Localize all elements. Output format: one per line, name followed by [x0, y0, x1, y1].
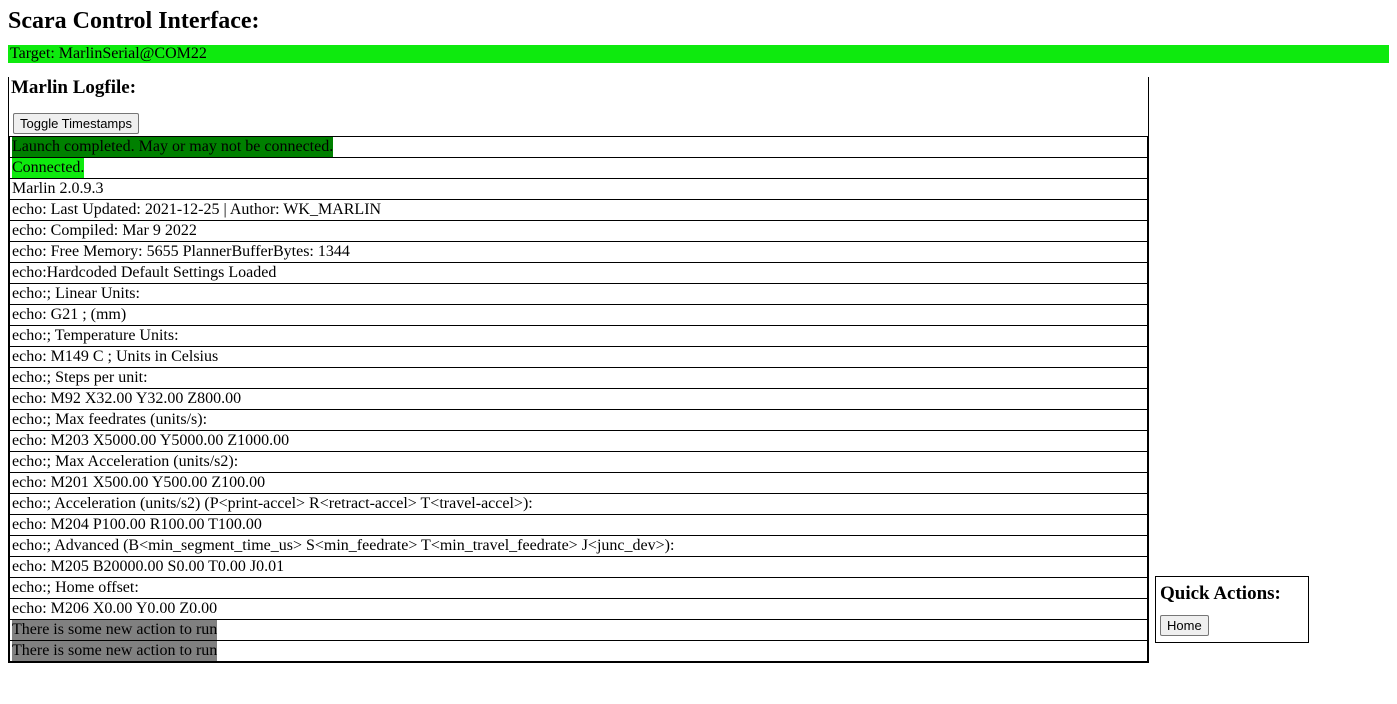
log-entry-text: Marlin 2.0.9.3: [10, 179, 1148, 200]
log-entry-text: echo: M149 C ; Units in Celsius: [10, 347, 1148, 368]
log-entry-text: echo:; Max Acceleration (units/s2):: [10, 452, 1148, 473]
log-entry-text: echo:; Temperature Units:: [10, 326, 1148, 347]
log-entry-text: echo: M201 X500.00 Y500.00 Z100.00: [10, 473, 1148, 494]
target-status-bar: Target: MarlinSerial@COM22: [8, 45, 1389, 63]
log-row: echo: Free Memory: 5655 PlannerBufferByt…: [10, 242, 1148, 263]
log-table: Launch completed. May or may not be conn…: [9, 136, 1148, 662]
log-row: Launch completed. May or may not be conn…: [10, 137, 1148, 158]
log-row: echo:; Max Acceleration (units/s2):: [10, 452, 1148, 473]
log-row: echo: Last Updated: 2021-12-25 | Author:…: [10, 200, 1148, 221]
page-title: Scara Control Interface:: [8, 8, 1389, 35]
log-entry-text: echo:; Linear Units:: [10, 284, 1148, 305]
log-entry-text: echo: M206 X0.00 Y0.00 Z0.00: [10, 599, 1148, 620]
log-row: echo: M205 B20000.00 S0.00 T0.00 J0.01: [10, 557, 1148, 578]
log-row: echo:; Acceleration (units/s2) (P<print-…: [10, 494, 1148, 515]
log-row: echo:; Temperature Units:: [10, 326, 1148, 347]
log-entry-text: There is some new action to run: [12, 620, 217, 640]
logfile-panel: Marlin Logfile: Toggle Timestamps Launch…: [8, 77, 1149, 663]
log-row: echo: M206 X0.00 Y0.00 Z0.00: [10, 599, 1148, 620]
log-row: echo: M204 P100.00 R100.00 T100.00: [10, 515, 1148, 536]
toggle-timestamps-button[interactable]: Toggle Timestamps: [13, 113, 139, 134]
quick-actions-heading: Quick Actions:: [1160, 583, 1304, 605]
log-entry-text: echo: G21 ; (mm): [10, 305, 1148, 326]
log-entry-text: echo:; Max feedrates (units/s):: [10, 410, 1148, 431]
log-row: echo: M201 X500.00 Y500.00 Z100.00: [10, 473, 1148, 494]
log-row: echo: M92 X32.00 Y32.00 Z800.00: [10, 389, 1148, 410]
log-entry-text: echo:; Home offset:: [10, 578, 1148, 599]
log-row: There is some new action to run: [10, 641, 1148, 662]
log-entry-text: echo:; Acceleration (units/s2) (P<print-…: [10, 494, 1148, 515]
log-row: echo:; Steps per unit:: [10, 368, 1148, 389]
log-row: echo:; Max feedrates (units/s):: [10, 410, 1148, 431]
log-entry-text: echo:Hardcoded Default Settings Loaded: [10, 263, 1148, 284]
log-row: echo:; Advanced (B<min_segment_time_us> …: [10, 536, 1148, 557]
log-row: echo: M149 C ; Units in Celsius: [10, 347, 1148, 368]
log-row: Marlin 2.0.9.3: [10, 179, 1148, 200]
log-entry-text: Connected.: [12, 158, 84, 178]
log-entry-text: echo: M92 X32.00 Y32.00 Z800.00: [10, 389, 1148, 410]
quick-actions-panel: Quick Actions: Home: [1155, 576, 1309, 643]
log-row: Connected.: [10, 158, 1148, 179]
log-row: echo:; Linear Units:: [10, 284, 1148, 305]
log-entry-text: echo: Compiled: Mar 9 2022: [10, 221, 1148, 242]
log-row: echo:; Home offset:: [10, 578, 1148, 599]
log-row: echo: Compiled: Mar 9 2022: [10, 221, 1148, 242]
log-entry-text: echo: M204 P100.00 R100.00 T100.00: [10, 515, 1148, 536]
log-entry-text: echo: M205 B20000.00 S0.00 T0.00 J0.01: [10, 557, 1148, 578]
log-row: echo:Hardcoded Default Settings Loaded: [10, 263, 1148, 284]
log-entry-text: Launch completed. May or may not be conn…: [12, 137, 333, 157]
log-entry-text: echo:; Advanced (B<min_segment_time_us> …: [10, 536, 1148, 557]
home-button[interactable]: Home: [1160, 615, 1209, 636]
log-entry-text: echo:; Steps per unit:: [10, 368, 1148, 389]
log-row: echo: M203 X5000.00 Y5000.00 Z1000.00: [10, 431, 1148, 452]
log-entry-text: echo: Free Memory: 5655 PlannerBufferByt…: [10, 242, 1148, 263]
log-row: There is some new action to run: [10, 620, 1148, 641]
logfile-heading: Marlin Logfile:: [11, 77, 1148, 99]
log-entry-text: There is some new action to run: [12, 641, 217, 661]
log-row: echo: G21 ; (mm): [10, 305, 1148, 326]
log-entry-text: echo: M203 X5000.00 Y5000.00 Z1000.00: [10, 431, 1148, 452]
log-entry-text: echo: Last Updated: 2021-12-25 | Author:…: [10, 200, 1148, 221]
